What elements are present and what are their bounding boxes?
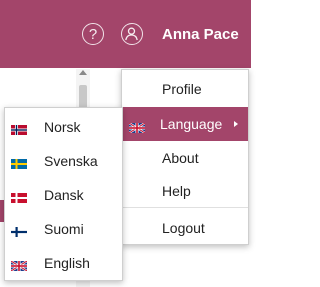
menu-item-language[interactable]: Language bbox=[122, 107, 248, 141]
language-item-english[interactable]: English bbox=[5, 246, 122, 280]
language-item-svenska[interactable]: Svenska bbox=[5, 144, 122, 178]
menu-item-label: Help bbox=[162, 183, 191, 199]
language-label: Suomi bbox=[44, 221, 84, 237]
menu-item-help[interactable]: Help bbox=[122, 174, 248, 208]
menu-item-profile[interactable]: Profile bbox=[122, 72, 248, 106]
menu-item-logout[interactable]: Logout bbox=[122, 211, 248, 245]
menu-item-about[interactable]: About bbox=[122, 141, 248, 175]
norway-flag-icon bbox=[11, 122, 27, 138]
language-label: Svenska bbox=[44, 153, 98, 169]
language-item-norsk[interactable]: Norsk bbox=[5, 110, 122, 144]
language-item-suomi[interactable]: Suomi bbox=[5, 212, 122, 246]
menu-item-label: Language bbox=[160, 116, 223, 132]
language-label: Norsk bbox=[44, 119, 81, 135]
help-icon[interactable]: ? bbox=[82, 23, 104, 45]
language-menu: Norsk Svenska Dansk Suomi English bbox=[4, 107, 123, 281]
username-label[interactable]: Anna Pace bbox=[162, 26, 239, 43]
uk-flag-icon bbox=[10, 258, 28, 274]
finland-flag-icon bbox=[11, 224, 27, 240]
language-item-dansk[interactable]: Dansk bbox=[5, 178, 122, 212]
scroll-up-arrow-icon[interactable] bbox=[79, 70, 87, 75]
menu-item-label: Profile bbox=[162, 81, 202, 97]
language-label: Dansk bbox=[44, 187, 84, 203]
language-label: English bbox=[44, 255, 90, 271]
sweden-flag-icon bbox=[11, 156, 27, 172]
denmark-flag-icon bbox=[11, 190, 27, 206]
top-bar: ? Anna Pace bbox=[0, 0, 251, 68]
uk-flag-icon bbox=[128, 120, 146, 136]
user-menu: Profile Language About Help Logout bbox=[121, 69, 249, 245]
menu-divider bbox=[122, 207, 248, 208]
user-icon[interactable] bbox=[121, 23, 143, 45]
chevron-right-icon bbox=[234, 121, 238, 127]
menu-item-label: Logout bbox=[162, 220, 205, 236]
menu-item-label: About bbox=[162, 150, 199, 166]
